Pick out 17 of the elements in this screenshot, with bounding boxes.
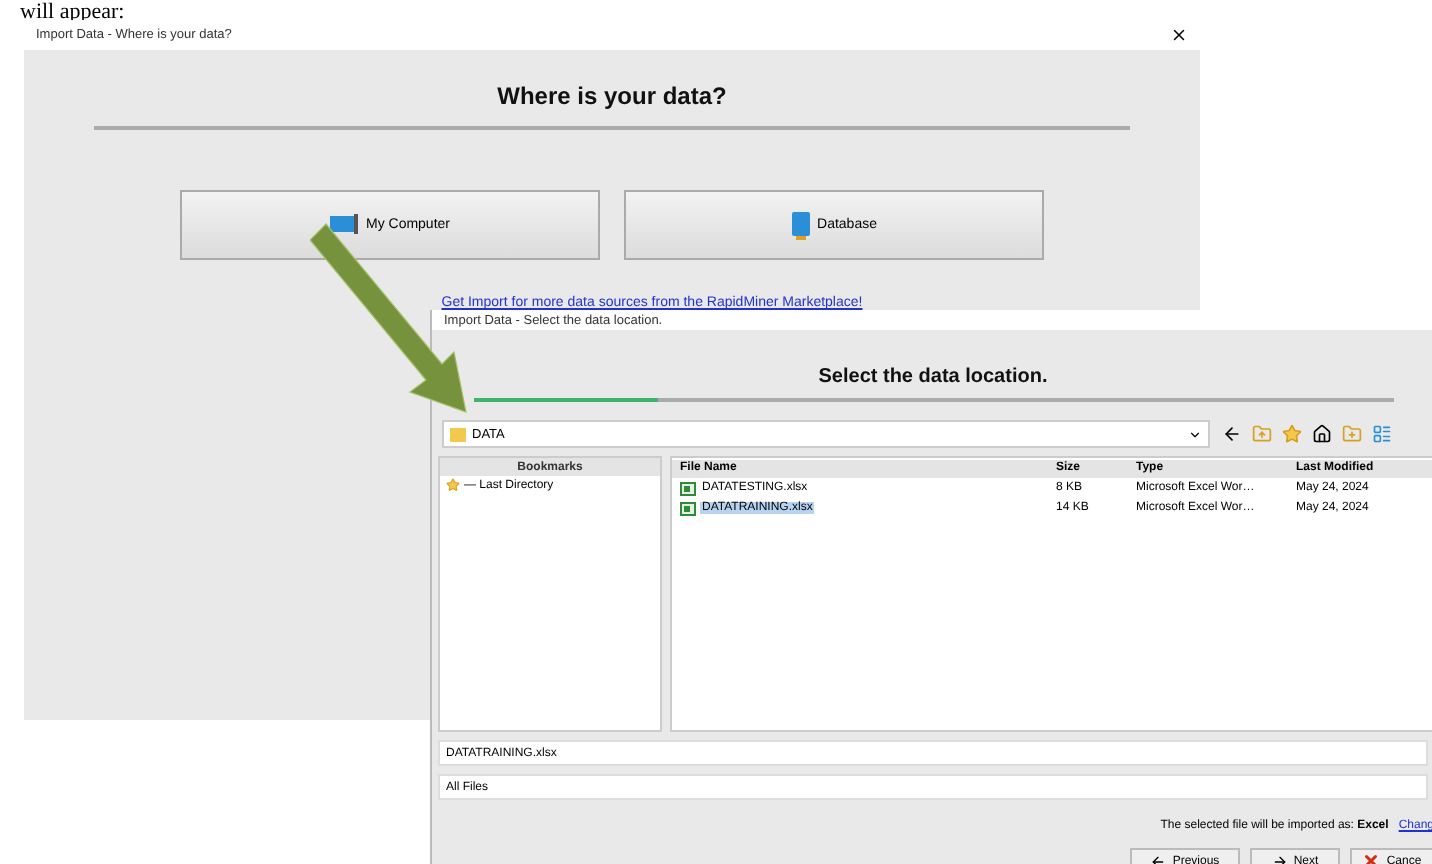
chevron-down-icon <box>1188 427 1202 441</box>
folder-plus-icon[interactable] <box>1342 424 1362 444</box>
star-icon <box>446 478 460 492</box>
dialog-heading: Select the data location. <box>818 366 1048 388</box>
star-icon[interactable] <box>1282 424 1302 444</box>
folder-icon <box>450 427 466 441</box>
close-icon <box>1362 852 1381 864</box>
close-icon[interactable] <box>1170 26 1188 44</box>
arrow-left-icon <box>1150 853 1167 864</box>
folder-up-icon[interactable] <box>1252 424 1272 444</box>
home-icon[interactable] <box>1312 424 1332 444</box>
details-view-icon[interactable] <box>1372 424 1392 444</box>
database-icon <box>791 211 810 239</box>
arrow-right-icon <box>1271 853 1288 864</box>
back-icon[interactable] <box>1222 424 1242 444</box>
monitor-icon <box>329 213 358 237</box>
dialog-heading: Where is your data? <box>497 82 727 110</box>
